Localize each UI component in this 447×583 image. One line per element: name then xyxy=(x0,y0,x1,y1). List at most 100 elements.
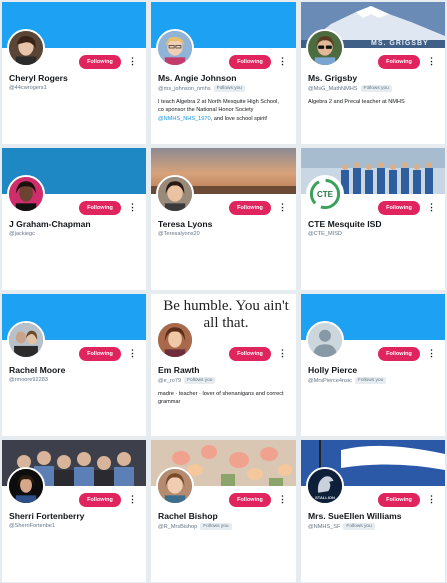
profile-handle[interactable]: @44cwrogers1 xyxy=(9,85,47,91)
profile-card[interactable]: MS. GRIGSBY Following ⋮ Ms. Grigsby @MsG… xyxy=(301,2,445,144)
profile-name[interactable]: Ms. Grigsby xyxy=(308,73,357,83)
following-button[interactable]: Following xyxy=(378,347,420,361)
following-button[interactable]: Following xyxy=(79,55,121,69)
avatar[interactable] xyxy=(156,467,194,505)
profile-handle[interactable]: @MrsPierce4nsic xyxy=(308,378,352,384)
profile-name[interactable]: Teresa Lyons xyxy=(158,219,212,229)
handle-row: @R_MrsBishop Follows you xyxy=(158,523,232,530)
follows-you-badge: Follows you xyxy=(354,377,387,384)
following-button[interactable]: Following xyxy=(378,201,420,215)
handle-row: @rmoore92283 xyxy=(9,377,48,383)
profile-name[interactable]: Ms. Angie Johnson xyxy=(158,73,236,83)
profile-handle[interactable]: @rmoore92283 xyxy=(9,377,48,383)
avatar[interactable] xyxy=(7,321,45,359)
avatar[interactable]: STALLION xyxy=(306,467,344,505)
following-grid: Following ⋮ Cheryl Rogers @44cwrogers1 F… xyxy=(2,2,445,582)
profile-name[interactable]: Em Rawth xyxy=(158,365,200,375)
follows-you-badge: Follows you xyxy=(343,523,375,530)
following-button[interactable]: Following xyxy=(229,55,271,69)
profile-card[interactable]: STALLION Following ⋮ Mrs. SueEllen Willi… xyxy=(301,440,445,582)
more-options-icon[interactable]: ⋮ xyxy=(427,347,436,359)
handle-row: @Teresalyons20 xyxy=(158,231,200,237)
more-options-icon[interactable]: ⋮ xyxy=(278,201,287,213)
avatar-logo-text: CTE xyxy=(317,190,333,199)
following-button[interactable]: Following xyxy=(229,493,271,507)
profile-handle[interactable]: @ms_johnson_nmhs xyxy=(158,86,211,92)
profile-card[interactable]: Following ⋮ Teresa Lyons @Teresalyons20 xyxy=(151,148,296,290)
handle-row: @jackiegc xyxy=(9,231,35,237)
profile-card[interactable]: Following ⋮ Cheryl Rogers @44cwrogers1 xyxy=(2,2,146,144)
following-button[interactable]: Following xyxy=(79,201,121,215)
handle-row: @CTE_MISD xyxy=(308,231,342,237)
more-options-icon[interactable]: ⋮ xyxy=(278,347,287,359)
profile-handle[interactable]: @Teresalyons20 xyxy=(158,231,200,237)
avatar[interactable] xyxy=(306,29,344,67)
following-button[interactable]: Following xyxy=(229,347,271,361)
more-options-icon[interactable]: ⋮ xyxy=(278,493,287,505)
default-avatar-icon xyxy=(308,323,342,357)
more-options-icon[interactable]: ⋮ xyxy=(427,493,436,505)
banner-text: MS. GRIGSBY xyxy=(371,40,429,47)
avatar[interactable] xyxy=(7,175,45,213)
profile-handle[interactable]: @jackiegc xyxy=(9,231,35,237)
profile-handle[interactable]: @SherriFortenbe1 xyxy=(9,523,55,529)
handle-row: @44cwrogers1 xyxy=(9,85,47,91)
more-options-icon[interactable]: ⋮ xyxy=(128,493,137,505)
handle-row: @MsG_MathNMHS Follows you xyxy=(308,85,392,92)
profile-name[interactable]: Rachel Moore xyxy=(9,365,65,375)
follows-you-badge: Follows you xyxy=(184,377,216,384)
profile-name[interactable]: Mrs. SueEllen Williams xyxy=(308,511,402,521)
profile-card[interactable]: Following ⋮ Rachel Moore @rmoore92283 xyxy=(2,294,146,436)
profile-card[interactable]: Following ⋮ Rachel Bishop @R_MrsBishop F… xyxy=(151,440,296,582)
profile-card[interactable]: Following ⋮ J Graham-Chapman @jackiegc xyxy=(2,148,146,290)
profile-card[interactable]: Following ⋮ Sherri Fortenberry @SherriFo… xyxy=(2,440,146,582)
avatar[interactable]: CTE xyxy=(306,175,344,213)
avatar[interactable] xyxy=(156,321,194,359)
avatar[interactable] xyxy=(7,29,45,67)
profile-handle[interactable]: @e_ro79 xyxy=(158,378,181,384)
profile-bio: I teach Algebra 2 at North Mesquite High… xyxy=(158,98,286,123)
more-options-icon[interactable]: ⋮ xyxy=(278,55,287,67)
profile-handle[interactable]: @CTE_MISD xyxy=(308,231,342,237)
profile-name[interactable]: Rachel Bishop xyxy=(158,511,218,521)
profile-handle[interactable]: @R_MrsBishop xyxy=(158,524,197,530)
handle-row: @e_ro79 Follows you xyxy=(158,377,216,384)
handle-row: @NMHS_SF Follows you xyxy=(308,523,375,530)
profile-name[interactable]: J Graham-Chapman xyxy=(9,219,91,229)
follows-you-badge: Follows you xyxy=(200,523,232,530)
following-button[interactable]: Following xyxy=(79,493,121,507)
profile-bio: madre · teacher · lover of shenanigans a… xyxy=(158,391,284,406)
following-button[interactable]: Following xyxy=(229,201,271,215)
profile-name[interactable]: Sherri Fortenberry xyxy=(9,511,84,521)
following-button[interactable]: Following xyxy=(79,347,121,361)
profile-bio: Algebra 2 and Precal teacher at NMHS xyxy=(308,99,405,105)
profile-handle[interactable]: @MsG_MathNMHS xyxy=(308,86,358,92)
avatar-logo-text: STALLION xyxy=(315,495,335,500)
profile-name[interactable]: Cheryl Rogers xyxy=(9,73,68,83)
profile-handle[interactable]: @NMHS_SF xyxy=(308,524,340,530)
bio-text: , and love school spirit! xyxy=(210,115,268,122)
more-options-icon[interactable]: ⋮ xyxy=(427,201,436,213)
following-button[interactable]: Following xyxy=(378,493,420,507)
follows-you-badge: Follows you xyxy=(360,85,392,92)
follows-you-badge: Follows you xyxy=(213,85,245,92)
profile-card[interactable]: Be humble. You ain't all that. Following… xyxy=(151,294,296,436)
profile-card[interactable]: CTE Following ⋮ CTE Mesquite ISD @CTE_MI… xyxy=(301,148,445,290)
bio-mention-link[interactable]: @NMHS_NHS_1970 xyxy=(158,116,211,122)
more-options-icon[interactable]: ⋮ xyxy=(128,347,137,359)
profile-name[interactable]: CTE Mesquite ISD xyxy=(308,219,382,229)
more-options-icon[interactable]: ⋮ xyxy=(427,55,436,67)
handle-row: @ms_johnson_nmhs Follows you xyxy=(158,85,245,92)
more-options-icon[interactable]: ⋮ xyxy=(128,201,137,213)
avatar[interactable] xyxy=(156,175,194,213)
avatar[interactable] xyxy=(306,321,344,359)
profile-name[interactable]: Holly Pierce xyxy=(308,365,357,375)
handle-row: @MrsPierce4nsic Follows you xyxy=(308,377,387,384)
profile-card[interactable]: Following ⋮ Ms. Angie Johnson @ms_johnso… xyxy=(151,2,296,144)
handle-row: @SherriFortenbe1 xyxy=(9,523,55,529)
profile-card[interactable]: Following ⋮ Holly Pierce @MrsPierce4nsic… xyxy=(301,294,445,436)
avatar[interactable] xyxy=(7,467,45,505)
avatar[interactable] xyxy=(156,29,194,67)
more-options-icon[interactable]: ⋮ xyxy=(128,55,137,67)
following-button[interactable]: Following xyxy=(378,55,420,69)
